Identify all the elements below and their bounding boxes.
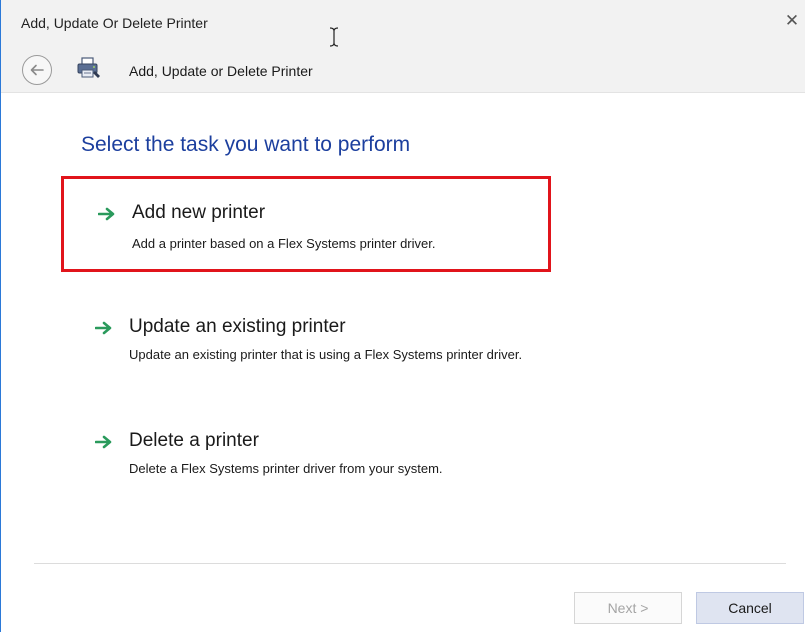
next-button[interactable]: Next > xyxy=(574,592,682,624)
task-title: Add new printer xyxy=(132,202,266,223)
title-bar: Add, Update Or Delete Printer ✕ xyxy=(1,0,805,50)
task-description: Delete a Flex Systems printer driver fro… xyxy=(129,461,443,476)
back-button[interactable] xyxy=(22,55,52,85)
task-add-new-printer[interactable]: Add new printer Add a printer based on a… xyxy=(61,176,551,272)
task-description: Add a printer based on a Flex Systems pr… xyxy=(132,236,436,251)
task-update-existing-printer[interactable]: Update an existing printer Update an exi… xyxy=(61,290,701,386)
printer-wizard-icon xyxy=(77,57,100,78)
green-arrow-icon xyxy=(95,321,112,335)
navigation-bar: Add, Update or Delete Printer xyxy=(1,50,805,93)
green-arrow-icon xyxy=(95,435,112,449)
task-title: Update an existing printer xyxy=(129,316,346,337)
close-button[interactable]: ✕ xyxy=(779,8,805,34)
page-title: Select the task you want to perform xyxy=(81,133,411,156)
window-title: Add, Update Or Delete Printer xyxy=(21,15,208,31)
text-cursor-icon xyxy=(329,27,339,47)
footer-divider xyxy=(34,563,786,564)
green-arrow-icon xyxy=(98,207,115,221)
page-header-title: Add, Update or Delete Printer xyxy=(129,63,313,79)
task-delete-printer[interactable]: Delete a printer Delete a Flex Systems p… xyxy=(61,404,551,500)
task-title: Delete a printer xyxy=(129,430,259,451)
back-arrow-icon xyxy=(30,64,44,76)
task-description: Update an existing printer that is using… xyxy=(129,347,523,362)
wizard-window: Add, Update Or Delete Printer ✕ Add, Upd… xyxy=(0,0,805,632)
cancel-button[interactable]: Cancel xyxy=(696,592,804,624)
